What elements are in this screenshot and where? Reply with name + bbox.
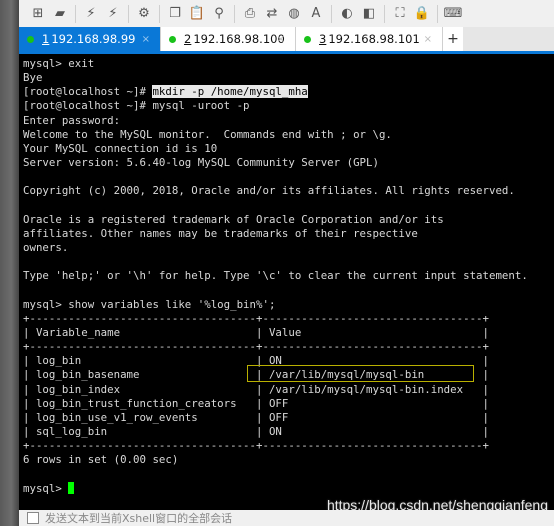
terminal-line: mysql> exit xyxy=(23,57,95,70)
close-tab-icon[interactable]: × xyxy=(277,34,285,45)
toolbar-separator xyxy=(234,4,235,23)
toolbar-separator xyxy=(437,4,438,23)
status-dot-icon xyxy=(169,35,176,43)
terminal-line: | Variable_name | Value | xyxy=(23,325,489,339)
terminal-line: ​ xyxy=(23,468,528,482)
xftp-icon[interactable]: ◐ xyxy=(338,5,356,23)
terminal-line: Oracle is a registered trademark of Orac… xyxy=(23,212,444,226)
terminal-line: Type 'help;' or '\h' for help. Type '\c'… xyxy=(23,269,528,283)
send-to-all-label: 发送文本到当前Xshell窗口的全部会话 xyxy=(45,512,233,525)
keyboard-icon[interactable]: ⌨ xyxy=(444,5,463,23)
find-icon[interactable]: ⚲ xyxy=(210,5,228,23)
terminal-line: Enter password: xyxy=(23,113,121,127)
prompt: [root@localhost ~]# xyxy=(23,85,153,99)
terminal-line: | sql_log_bin | ON | xyxy=(23,425,489,439)
terminal-line: ​ xyxy=(23,255,528,269)
status-dot-icon xyxy=(27,35,34,43)
prompt: mysql> xyxy=(23,481,69,495)
lock-icon[interactable]: 🔒 xyxy=(413,5,431,23)
terminal-line: affiliates. Other names may be trademark… xyxy=(23,226,418,240)
toolbar-separator xyxy=(128,4,129,23)
terminal-line: 6 rows in set (0.00 sec) xyxy=(23,453,179,467)
compose-bar[interactable]: 发送文本到当前Xshell窗口的全部会话 xyxy=(19,510,554,526)
paste-icon[interactable]: 📋 xyxy=(188,5,206,23)
add-tab-button[interactable]: + xyxy=(443,27,463,51)
toolbar-separator xyxy=(159,4,160,23)
terminal-line: Server version: 5.6.40-log MySQL Communi… xyxy=(23,156,379,170)
toolbar-separator xyxy=(75,4,76,23)
new-session-icon[interactable]: ⊞ xyxy=(29,5,47,23)
tab-label: 192.168.98.99 xyxy=(51,32,136,46)
print-icon[interactable]: ⎙ xyxy=(241,5,259,23)
fullscreen-icon[interactable]: ⛶ xyxy=(391,5,409,23)
terminal-line: Bye xyxy=(23,71,43,85)
tab-label: 192.168.98.100 xyxy=(193,32,285,46)
terminal-line: Your MySQL connection id is 10 xyxy=(23,141,218,155)
terminal-line: +-----------------------------------+---… xyxy=(23,340,489,354)
terminal-line: ​ xyxy=(23,170,528,184)
terminal-line: mysql> xyxy=(23,481,528,496)
terminal-line: | log_bin_use_v1_row_events | OFF | xyxy=(23,410,489,424)
tab-label: 192.168.98.101 xyxy=(328,32,420,46)
close-tab-icon[interactable]: × xyxy=(424,34,432,45)
terminal-line: mysql> show variables like '%log_bin%'; xyxy=(23,297,276,311)
terminal-output: mysql> exit Bye [root@localhost ~]# mkdir … xyxy=(23,57,528,496)
open-folder-icon[interactable]: ▰ xyxy=(51,5,69,23)
close-tab-icon[interactable]: × xyxy=(142,34,150,45)
terminal[interactable]: mysql> exit Bye [root@localhost ~]# mkdir … xyxy=(19,54,554,513)
tab-session-2[interactable]: 2 192.168.98.100 × xyxy=(161,27,296,51)
tab-number: 1 xyxy=(42,32,50,46)
selected-text: mkdir -p /home/mysql_mha xyxy=(152,85,308,99)
copy-icon[interactable]: ❐ xyxy=(166,5,184,23)
terminal-line: Copyright (c) 2000, 2018, Oracle and/or … xyxy=(23,184,515,198)
send-to-all-checkbox[interactable] xyxy=(27,512,39,524)
terminal-line: owners. xyxy=(23,241,69,255)
terminal-line: | log_bin_index | /var/lib/mysql/mysql-b… xyxy=(23,382,489,396)
terminal-line: +-----------------------------------+---… xyxy=(23,439,489,453)
properties-icon[interactable]: ⚙ xyxy=(135,5,153,23)
script-icon[interactable]: ◧ xyxy=(360,5,378,23)
disconnect-icon[interactable]: ⚡ xyxy=(104,5,122,23)
connect-icon[interactable]: ⚡ xyxy=(82,5,100,23)
terminal-line: +-----------------------------------+---… xyxy=(23,311,489,325)
session-tab-bar: 1 192.168.98.99 × 2 192.168.98.100 × 3 192.1… xyxy=(19,27,554,54)
font-icon[interactable]: A xyxy=(307,5,325,23)
highlight-box xyxy=(247,365,474,382)
terminal-line: [root@localhost ~]# mkdir -p /home/mysql… xyxy=(23,85,528,99)
transfer-icon[interactable]: ⇄ xyxy=(263,5,281,23)
window-edge xyxy=(0,0,19,526)
tab-session-3[interactable]: 3 192.168.98.101 × xyxy=(296,27,443,51)
cursor xyxy=(68,481,75,494)
status-dot-icon xyxy=(304,35,311,43)
terminal-line: ​ xyxy=(23,284,528,298)
terminal-line: ​ xyxy=(23,199,528,213)
globe-icon[interactable]: ◍ xyxy=(285,5,303,23)
toolbar: ⊞ ▰ ⚡ ⚡ ⚙ ❐ 📋 ⚲ ⎙ ⇄ ◍ A ◐ ◧ ⛶ 🔒 ⌨ xyxy=(19,0,554,27)
tab-number: 2 xyxy=(184,32,192,46)
terminal-line: | log_bin_trust_function_creators | OFF … xyxy=(23,396,489,410)
tab-session-1[interactable]: 1 192.168.98.99 × xyxy=(19,27,161,51)
terminal-line: Welcome to the MySQL monitor. Commands e… xyxy=(23,127,392,141)
toolbar-separator xyxy=(384,4,385,23)
terminal-line: [root@localhost ~]# mysql -uroot -p xyxy=(23,99,250,113)
toolbar-separator xyxy=(331,4,332,23)
tab-number: 3 xyxy=(319,32,327,46)
